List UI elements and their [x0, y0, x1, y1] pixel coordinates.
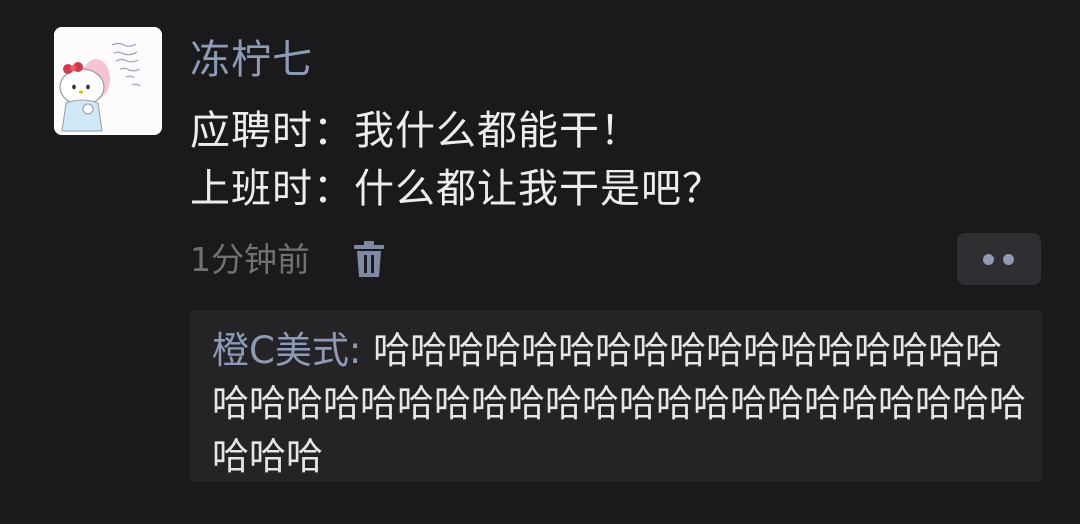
reply-box[interactable]: 橙C美式: 哈哈哈哈哈哈哈哈哈哈哈哈哈哈哈哈哈哈哈哈哈哈哈哈哈哈哈哈哈哈哈哈哈哈…	[190, 310, 1042, 482]
reply-author[interactable]: 橙C美式	[212, 329, 349, 372]
post-content: 应聘时：我什么都能干！ 上班时：什么都让我干是吧？	[190, 102, 723, 218]
reply-item: 橙C美式: 哈哈哈哈哈哈哈哈哈哈哈哈哈哈哈哈哈哈哈哈哈哈哈哈哈哈哈哈哈哈哈哈哈哈…	[212, 324, 1032, 483]
avatar[interactable]	[54, 27, 162, 135]
post-content-line: 上班时：什么都让我干是吧？	[190, 166, 723, 212]
username[interactable]: 冻柠七	[190, 34, 313, 86]
more-options-button[interactable]	[957, 233, 1041, 285]
trash-icon	[354, 241, 384, 277]
more-dots-icon	[1003, 254, 1014, 265]
reply-separator: :	[348, 329, 374, 372]
more-dots-icon	[983, 254, 994, 265]
post-content-line: 应聘时：我什么都能干！	[190, 108, 641, 154]
hello-kitty-avatar-image	[54, 27, 162, 135]
post-timestamp: 1分钟前	[190, 240, 310, 279]
comment-post: 冻柠七 应聘时：我什么都能干！ 上班时：什么都让我干是吧？ 1分钟前 橙C美式:…	[0, 0, 1080, 524]
delete-button[interactable]	[352, 241, 386, 279]
